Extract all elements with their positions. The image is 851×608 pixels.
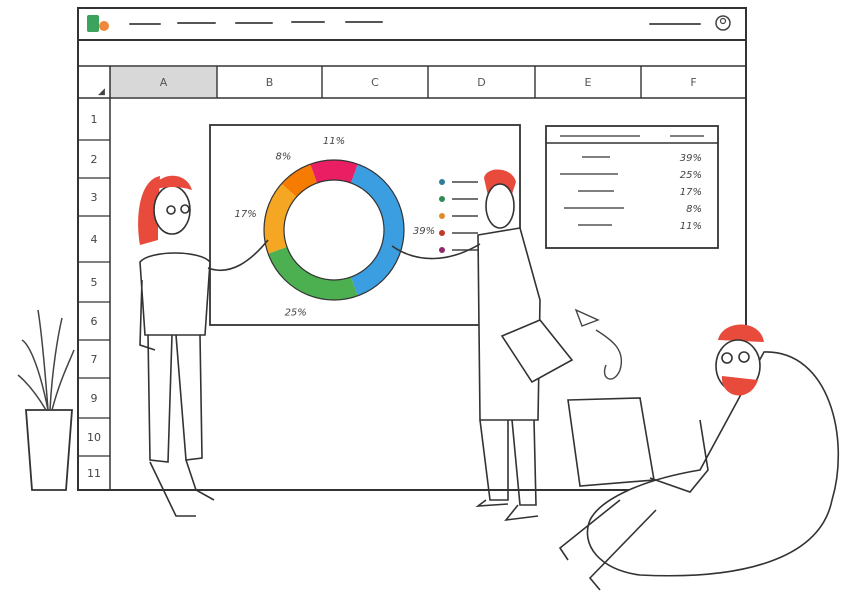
select-all-icon[interactable]: ◢ [98,87,105,97]
illustration: ◢ A B C D E F 1 2 3 4 5 6 7 9 10 11 39% 25% 17% 8% 11% 39%… [17,7,839,591]
row-header-2[interactable]: 2 [91,153,98,166]
row-header-6[interactable]: 6 [91,315,98,328]
slice-label: 17% [234,209,256,220]
summary-table: 39% 25% 17% 8% 11% [545,125,719,249]
slice-label: 11% [323,136,345,147]
slice-label: 25% [285,307,307,318]
legend-swatch [439,247,445,253]
column-header-c[interactable]: C [371,76,379,89]
row-header-4[interactable]: 4 [91,233,98,246]
table-row-value: 39% [680,153,702,164]
legend-swatch [439,230,445,236]
table-row-value: 25% [680,170,702,181]
row-header-5[interactable]: 5 [91,276,98,289]
column-header-d[interactable]: D [477,76,485,89]
table-row-value: 8% [686,204,702,215]
row-header-9[interactable]: 9 [91,392,98,405]
slice-label: 39% [413,226,435,237]
donut-chart [263,159,405,301]
row-header-3[interactable]: 3 [91,191,98,204]
table-row-value: 11% [680,221,702,232]
row-header-11[interactable]: 11 [87,467,101,480]
column-header-e[interactable]: E [585,76,592,89]
legend-swatch [439,196,445,202]
row-header-7[interactable]: 7 [91,353,98,366]
column-header-a[interactable]: A [160,76,168,89]
table-row-value: 17% [680,187,702,198]
chart-panel: 39% 25% 17% 8% 11% [209,124,521,326]
row-header-1[interactable]: 1 [91,113,98,126]
legend-swatch [439,213,445,219]
slice-label: 8% [275,152,291,163]
legend-swatch [439,179,445,185]
row-header-10[interactable]: 10 [87,431,101,444]
plant-illustration [17,309,75,491]
column-header-b[interactable]: B [266,76,274,89]
column-header-f[interactable]: F [690,76,696,89]
